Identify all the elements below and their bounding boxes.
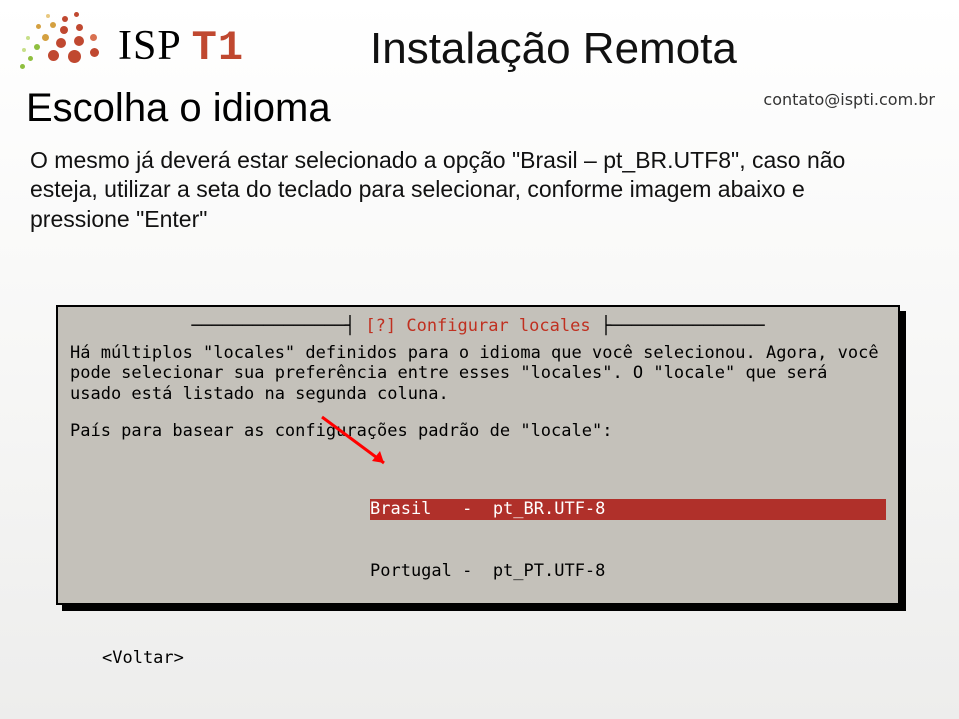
terminal[interactable]: ───────────────┤ [?] Configurar locales … xyxy=(56,305,900,605)
section-heading: Escolha o idioma xyxy=(26,86,331,131)
brand-t1: T1 xyxy=(192,24,244,72)
instruction-text: O mesmo já deverá estar selecionado a op… xyxy=(30,146,910,234)
slide: ISP T1 Instalação Remota contato@ispti.c… xyxy=(0,0,959,719)
locale-option-portugal[interactable]: Portugal - pt_PT.UTF-8 xyxy=(370,561,886,582)
dialog-title: [?] Configurar locales xyxy=(365,316,590,336)
dialog-para-2: País para basear as configurações padrão… xyxy=(70,421,886,442)
terminal-window: ───────────────┤ [?] Configurar locales … xyxy=(56,305,906,615)
dialog-body: Há múltiplos "locales" definidos para o … xyxy=(70,343,886,669)
brand-logo-text: ISP T1 xyxy=(118,22,244,72)
logo-dots xyxy=(18,14,108,74)
dialog-para-1: Há múltiplos "locales" definidos para o … xyxy=(70,343,886,405)
back-button[interactable]: <Voltar> xyxy=(102,648,886,669)
locale-list[interactable]: Brasil - pt_BR.UTF-8 Portugal - pt_PT.UT… xyxy=(370,458,886,624)
contact-email: contato@ispti.com.br xyxy=(763,90,935,109)
locale-option-brasil[interactable]: Brasil - pt_BR.UTF-8 xyxy=(370,499,886,520)
page-title: Instalação Remota xyxy=(370,24,737,74)
brand-isp: ISP xyxy=(118,23,192,69)
dialog-header: ───────────────┤ [?] Configurar locales … xyxy=(70,316,886,337)
